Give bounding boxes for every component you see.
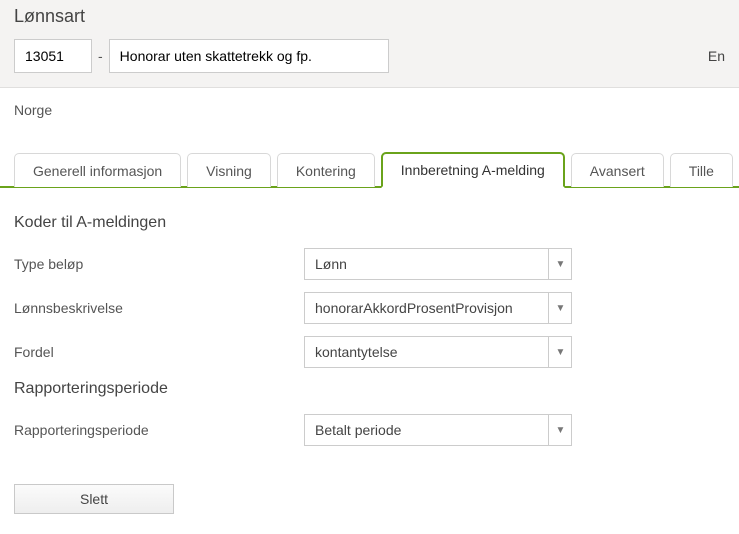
row-lonnsbeskrivelse: Lønnsbeskrivelse honorarAkkordProsentPro…	[14, 292, 725, 324]
code-input[interactable]	[14, 39, 92, 73]
row-type-belop: Type beløp Lønn ▼	[14, 248, 725, 280]
tab-innberetning-a-melding[interactable]: Innberetning A-melding	[381, 152, 565, 188]
tabs-row: Generell informasjon Visning Kontering I…	[0, 150, 739, 188]
header-band: Lønnsart - En	[0, 0, 739, 88]
tab-tille[interactable]: Tille	[670, 153, 733, 187]
select-fordel[interactable]: kontantytelse ▼	[304, 336, 572, 368]
select-lonnsbeskrivelse[interactable]: honorarAkkordProsentProvisjon ▼	[304, 292, 572, 324]
label-rapporteringsperiode: Rapporteringsperiode	[14, 422, 304, 438]
select-rapporteringsperiode[interactable]: Betalt periode ▼	[304, 414, 572, 446]
country-label: Norge	[0, 88, 739, 140]
name-input[interactable]	[109, 39, 389, 73]
row-fordel: Fordel kontantytelse ▼	[14, 336, 725, 368]
select-display: Betalt periode	[304, 414, 572, 446]
tab-generell-informasjon[interactable]: Generell informasjon	[14, 153, 181, 187]
form-area: Koder til A-meldingen Type beløp Lønn ▼ …	[0, 188, 739, 534]
select-type-belop[interactable]: Lønn ▼	[304, 248, 572, 280]
row-rapporteringsperiode: Rapporteringsperiode Betalt periode ▼	[14, 414, 725, 446]
page-title: Lønnsart	[14, 0, 725, 39]
tab-kontering[interactable]: Kontering	[277, 153, 375, 187]
code-dash: -	[98, 48, 103, 64]
tab-avansert[interactable]: Avansert	[571, 153, 664, 187]
section-heading-rapportering: Rapporteringsperiode	[14, 380, 725, 398]
select-display: Lønn	[304, 248, 572, 280]
code-row: - En	[14, 39, 725, 73]
label-type-belop: Type beløp	[14, 256, 304, 272]
select-display: honorarAkkordProsentProvisjon	[304, 292, 572, 324]
select-display: kontantytelse	[304, 336, 572, 368]
section-heading-koder: Koder til A-meldingen	[14, 214, 725, 232]
tab-visning[interactable]: Visning	[187, 153, 271, 187]
delete-button[interactable]: Slett	[14, 484, 174, 514]
label-lonnsbeskrivelse: Lønnsbeskrivelse	[14, 300, 304, 316]
right-edge-text: En	[708, 48, 725, 64]
label-fordel: Fordel	[14, 344, 304, 360]
